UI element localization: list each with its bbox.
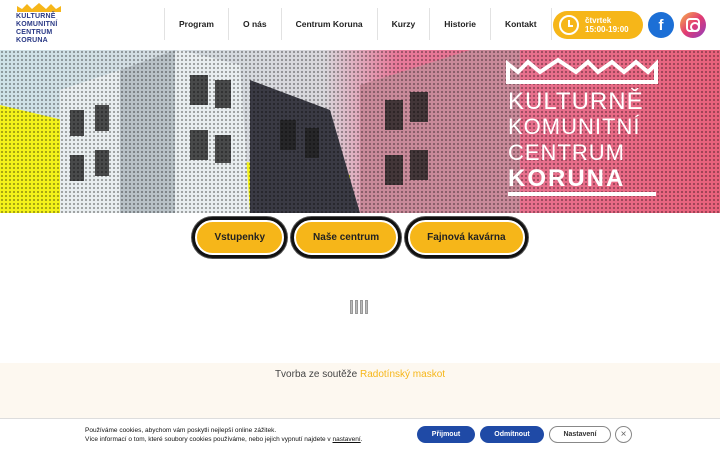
- cookie-settings-button[interactable]: Nastavení: [549, 426, 611, 443]
- nav-item-kontakt[interactable]: Kontakt: [489, 8, 552, 40]
- facebook-glyph: f: [658, 16, 664, 34]
- cookie-bar: Používáme cookies, abychom vám poskytli …: [0, 418, 720, 450]
- cookie-message: Používáme cookies, abychom vám poskytli …: [85, 426, 363, 444]
- clock-icon: [559, 15, 579, 35]
- close-icon[interactable]: ×: [615, 426, 632, 443]
- hero-title-line-4: KORUNA: [508, 165, 625, 192]
- loading-spinner: [350, 300, 368, 314]
- cafe-button[interactable]: Fajnová kavárna: [408, 220, 525, 255]
- main-nav: Program O nás Centrum Koruna Kurzy Histo…: [164, 8, 552, 40]
- site-logo[interactable]: KULTURNĚ KOMUNITNÍ CENTRUM KORUNA: [16, 3, 62, 47]
- hours-time: 15:00-19:00: [585, 25, 629, 34]
- tickets-button[interactable]: Vstupenky: [195, 220, 285, 255]
- nav-item-centrum-koruna[interactable]: Centrum Koruna: [280, 8, 377, 40]
- nav-item-kurzy[interactable]: Kurzy: [376, 8, 430, 40]
- hero-buttons: Vstupenky Naše centrum Fajnová kavárna: [0, 220, 720, 255]
- gallery-caption-text: Tvorba ze soutěže: [274, 369, 360, 380]
- cookie-settings-link[interactable]: nastavení: [333, 436, 361, 443]
- logo-line-3: CENTRUM: [16, 29, 53, 36]
- nav-item-program[interactable]: Program: [164, 8, 228, 40]
- cookie-line-2-end: .: [360, 436, 363, 443]
- site-header: KULTURNĚ KOMUNITNÍ CENTRUM KORUNA Progra…: [0, 0, 720, 50]
- logo-line-1: KULTURNĚ: [16, 13, 56, 20]
- nav-item-o-nas[interactable]: O nás: [227, 8, 281, 40]
- our-centre-button[interactable]: Naše centrum: [294, 220, 399, 255]
- logo-line-4: KORUNA: [16, 37, 48, 44]
- accept-cookies-button[interactable]: Přijmout: [417, 426, 475, 443]
- nav-item-historie[interactable]: Historie: [429, 8, 490, 40]
- facebook-icon[interactable]: f: [648, 12, 674, 38]
- hero-image: KULTURNĚ KOMUNITNÍ CENTRUM KORUNA: [0, 50, 720, 213]
- gallery-caption-link[interactable]: Radotínský maskot: [360, 369, 445, 380]
- logo-line-2: KOMUNITNÍ: [16, 21, 58, 28]
- cookie-line-2-text: Více informací o tom, které soubory cook…: [85, 436, 333, 443]
- instagram-icon[interactable]: [680, 12, 706, 38]
- hero-banner: KULTURNĚ KOMUNITNÍ CENTRUM KORUNA: [0, 50, 720, 213]
- crown-icon: [17, 3, 61, 12]
- hero-title-line-1: KULTURNĚ: [508, 88, 644, 115]
- opening-hours-badge[interactable]: čtvrtek 15:00-19:00: [553, 11, 643, 39]
- cookie-line-2: Více informací o tom, které soubory cook…: [85, 435, 363, 444]
- cookie-line-1: Používáme cookies, abychom vám poskytli …: [85, 427, 277, 434]
- hero-title-line-2: KOMUNITNÍ: [508, 114, 640, 139]
- gallery-caption: Tvorba ze soutěže Radotínský maskot: [0, 369, 720, 380]
- hero-title-line-3: CENTRUM: [508, 140, 625, 165]
- reject-cookies-button[interactable]: Odmítnout: [480, 426, 544, 443]
- hours-day: čtvrtek: [585, 16, 612, 25]
